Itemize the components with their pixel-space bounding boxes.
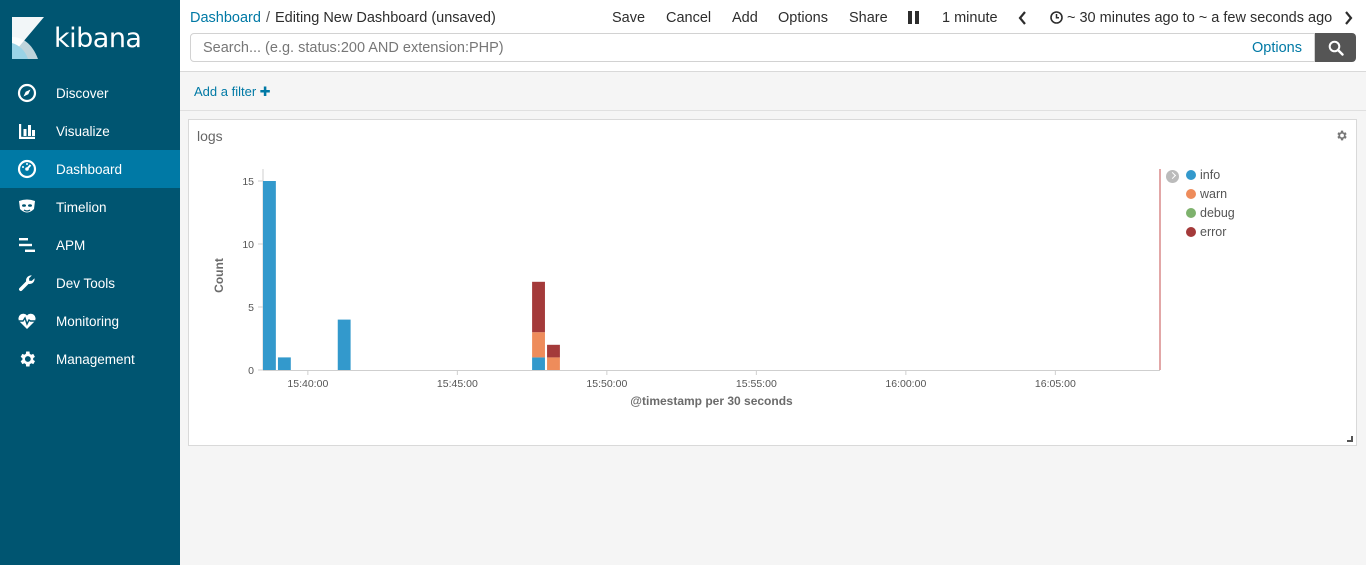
x-tick-label: 15:50:00 [586,378,627,390]
bar-segment-error [547,344,560,358]
y-tick-label: 0 [248,365,254,377]
sidebar-item-visualize[interactable]: Visualize [0,112,180,150]
refresh-interval-button[interactable]: 1 minute [942,10,998,26]
y-tick-label: 15 [242,176,254,188]
sidebar-item-label: APM [56,237,86,253]
legend-label: info [1200,168,1221,182]
legend-item-info[interactable]: info [1186,166,1220,184]
share-button[interactable]: Share [849,10,888,26]
legend-color-dot [1186,170,1196,180]
compass-icon [0,83,56,103]
legend-label: warn [1200,187,1228,201]
sidebar-item-label: Dev Tools [56,275,116,291]
x-tick-label: 15:45:00 [437,378,478,390]
kibana-logo-icon [12,17,44,59]
add-filter-label: Add a filter [194,84,257,99]
bar-segment-warn [532,332,545,358]
wrench-icon [0,273,56,293]
x-tick-label: 16:05:00 [1035,378,1076,390]
heartbeat-icon [0,311,56,331]
legend-color-dot [1186,227,1196,237]
time-range-picker[interactable]: ~ 30 minutes ago to ~ a few seconds ago [1067,10,1332,26]
search-bar: Options [190,33,1315,62]
apm-bars-icon [0,235,56,255]
x-tick-label: 15:55:00 [736,378,777,390]
breadcrumb: Dashboard / Editing New Dashboard (unsaved… [190,10,496,26]
clock-icon [1050,11,1063,28]
sidebar-item-monitoring[interactable]: Monitoring [0,302,180,340]
breadcrumb-dashboard-link[interactable]: Dashboard [190,10,261,26]
sidebar-item-dev-tools[interactable]: Dev Tools [0,264,180,302]
pause-icon[interactable] [908,11,920,28]
sidebar-item-label: Management [56,351,135,367]
legend-color-dot [1186,208,1196,218]
save-button[interactable]: Save [612,10,645,26]
sidebar-item-label: Monitoring [56,313,120,329]
add-button[interactable]: Add [732,10,758,26]
dashboard-gauge-icon [0,159,56,179]
panel-resize-handle[interactable] [1347,436,1353,442]
legend-label: debug [1200,206,1235,220]
cancel-button[interactable]: Cancel [666,10,711,26]
chevron-left-icon[interactable] [1018,11,1027,29]
sidebar-item-apm[interactable]: APM [0,226,180,264]
x-tick-label: 15:40:00 [287,378,328,390]
legend-color-dot [1186,189,1196,199]
top-nav-bar: Dashboard / Editing New Dashboard (unsaved… [180,0,1366,72]
search-icon [1328,40,1344,56]
add-filter-button[interactable]: Add a filter ✚ [194,84,271,100]
plus-icon: ✚ [259,84,271,99]
visualization-panel: logs 0 5 10 15 15:40:00 15:45:00 15:50:00 15:55… [188,119,1357,446]
legend-item-debug[interactable]: debug [1186,204,1235,222]
bar-segment-info [532,357,545,370]
x-axis-title: @timestamp per 30 seconds [630,394,793,408]
chevron-right-icon[interactable] [1344,11,1353,29]
sidebar-item-dashboard[interactable]: Dashboard [0,150,180,188]
search-button[interactable] [1315,33,1356,62]
bar-segment-error [532,281,545,333]
sidebar: kibana Discover Visualize Dashboard Timelio… [0,0,180,565]
gear-icon [0,349,56,369]
sidebar-item-label: Dashboard [56,161,123,177]
legend-label: error [1200,225,1227,239]
legend-item-error[interactable]: error [1186,223,1226,241]
sidebar-item-timelion[interactable]: Timelion [0,188,180,226]
timelion-mask-icon [0,197,56,217]
bar-segment-info [337,319,351,370]
bar-chart-icon [0,121,56,141]
bar-segment-info [277,357,291,370]
legend-toggle-button[interactable] [1166,170,1179,183]
breadcrumb-separator: / [265,10,270,26]
options-button[interactable]: Options [778,10,828,26]
y-axis-title: Count [212,258,226,293]
sidebar-item-management[interactable]: Management [0,340,180,378]
app-name: kibana [54,22,142,54]
legend-item-warn[interactable]: warn [1186,185,1227,203]
bar-chart: 0 5 10 15 15:40:00 15:45:00 15:50:00 15:55:00 16… [212,169,1161,408]
sidebar-item-discover[interactable]: Discover [0,74,180,112]
sidebar-item-label: Discover [56,85,109,101]
search-options-button[interactable]: Options [1252,40,1302,56]
sidebar-item-label: Visualize [56,123,110,139]
y-tick-label: 10 [242,239,254,251]
x-tick-label: 16:00:00 [885,378,926,390]
kibana-logo[interactable]: kibana [10,16,170,60]
search-input[interactable] [191,34,1231,61]
breadcrumb-current: Editing New Dashboard (unsaved) [274,10,496,26]
sidebar-item-label: Timelion [56,199,107,215]
bar-segment-info [263,181,276,370]
y-tick-label: 5 [248,302,254,314]
bar-segment-warn [547,357,560,370]
filter-bar: Add a filter ✚ [180,73,1366,111]
